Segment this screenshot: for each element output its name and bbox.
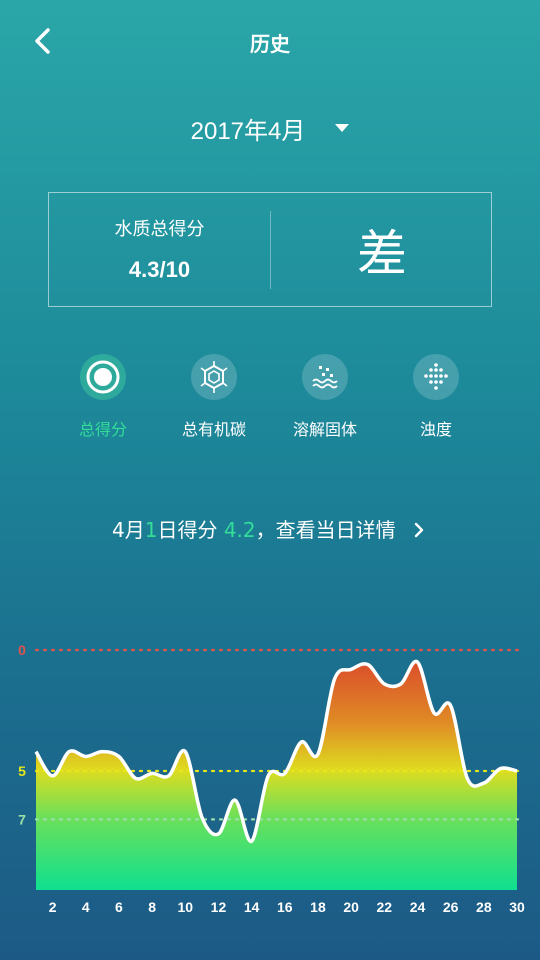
score-area (36, 661, 517, 890)
x-tick-label: 2 (49, 899, 57, 915)
tab-dissolved-solids[interactable]: 溶解固体 (270, 352, 380, 442)
score-value: 4.3/10 (128, 257, 191, 282)
day-number: 1 (144, 518, 158, 542)
score-card: 水质总得分 4.3/10 差 (48, 192, 492, 307)
day-detail-link[interactable]: 4月1日得分 4.2，查看当日详情 (0, 514, 540, 548)
reference-label-5: 5 (18, 763, 26, 779)
tab-label: 总有机碳 (181, 420, 246, 439)
x-tick-label: 8 (148, 899, 156, 915)
x-tick-label: 30 (509, 899, 525, 915)
tab-label: 总得分 (78, 420, 127, 439)
tab-toc[interactable]: 总有机碳 (159, 352, 269, 442)
tab-label: 浊度 (419, 420, 452, 439)
day-suffix: ，查看当日详情 (255, 518, 396, 542)
metric-tabs: 总得分 总有机碳 溶解固体 浊度 (0, 352, 540, 442)
x-tick-label: 20 (343, 899, 359, 915)
day-mid: 日得分 (157, 518, 224, 542)
tab-total-score[interactable]: 总得分 (48, 352, 158, 442)
dots-grid-icon (413, 354, 459, 400)
molecule-icon (191, 354, 237, 400)
x-tick-label: 14 (244, 899, 260, 915)
ring-dot-icon (80, 354, 126, 400)
reference-label-0: 0 (18, 642, 26, 658)
x-tick-label: 12 (211, 899, 227, 915)
caret-down-icon (335, 124, 350, 132)
day-score: 4.2 (223, 518, 256, 542)
chevron-right-icon (414, 522, 424, 538)
tab-label: 溶解固体 (292, 420, 357, 439)
day-prefix: 4月 (112, 518, 145, 542)
x-tick-label: 16 (277, 899, 293, 915)
x-tick-label: 10 (177, 899, 193, 915)
score-summary: 水质总得分 4.3/10 (49, 193, 270, 306)
reference-label-7: 7 (18, 811, 26, 827)
month-value: 2017年4月 (190, 117, 306, 145)
x-tick-label: 22 (377, 899, 393, 915)
month-selector[interactable]: 2017年4月 (170, 106, 370, 150)
x-tick-label: 24 (410, 899, 426, 915)
x-tick-label: 18 (310, 899, 326, 915)
x-tick-label: 6 (115, 899, 123, 915)
x-tick-label: 4 (82, 899, 90, 915)
tab-turbidity[interactable]: 浊度 (381, 352, 491, 442)
score-history-chart: 0572 4 6 8 10 12 14 16 18 20 22 24 26 28 30 (18, 642, 525, 915)
top-bar: 历史 (0, 0, 540, 88)
page-title: 历史 (250, 32, 290, 56)
dissolved-solids-icon (302, 354, 348, 400)
x-tick-label: 28 (476, 899, 492, 915)
x-tick-label: 26 (443, 899, 459, 915)
score-grade: 差 (357, 224, 407, 283)
score-label: 水质总得分 (114, 219, 205, 240)
